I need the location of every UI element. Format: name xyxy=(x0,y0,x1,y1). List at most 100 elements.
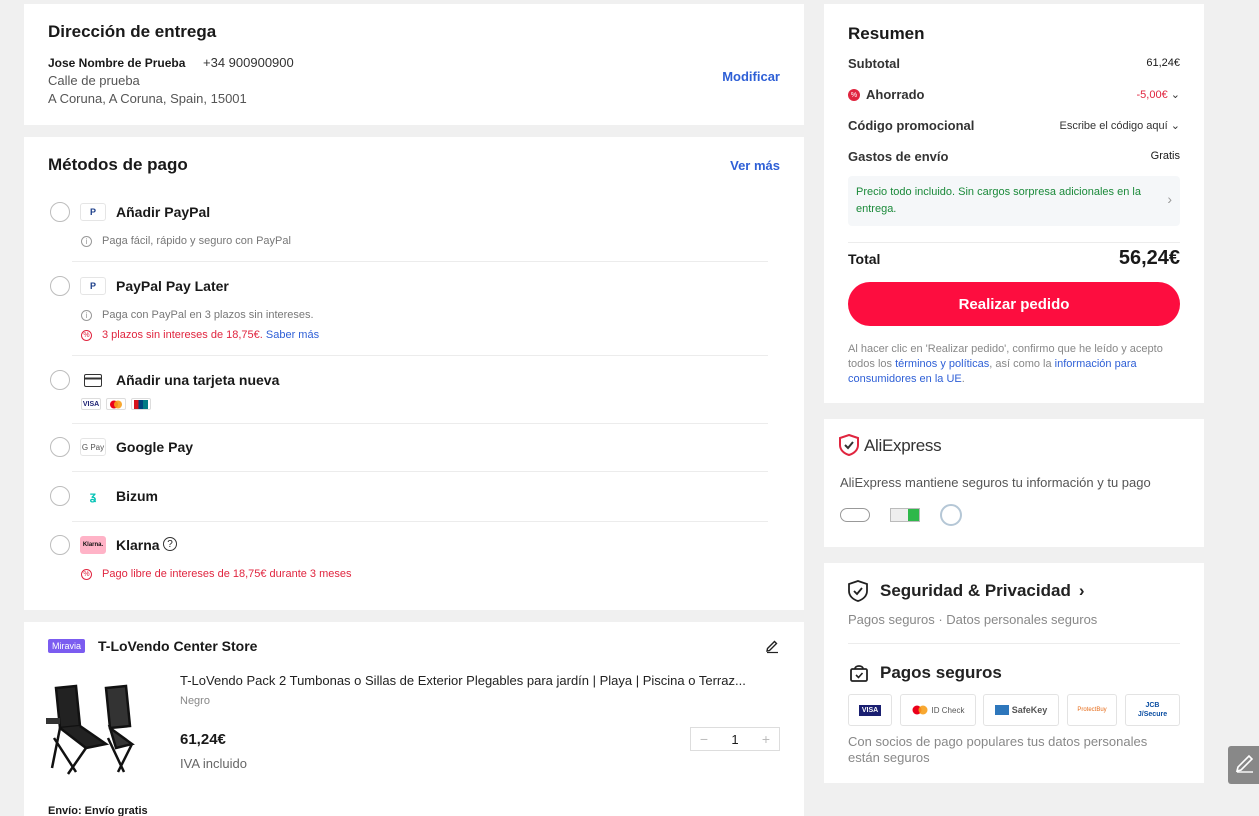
product-price: 61,24€ xyxy=(180,731,226,748)
price-notice[interactable]: Precio todo incluido. Sin cargos sorpres… xyxy=(848,176,1180,226)
edit-address-link[interactable]: Modificar xyxy=(722,69,780,84)
radio-google-pay[interactable] xyxy=(50,437,70,457)
payment-option-label: Klarna xyxy=(116,537,160,553)
price-notice-text: Precio todo incluido. Sin cargos sorpres… xyxy=(856,186,1141,215)
store-badge: Miravia xyxy=(48,639,86,653)
promo-code-placeholder: Escribe el código aquí xyxy=(1059,120,1168,132)
divider xyxy=(72,471,768,472)
payment-option-label: Añadir PayPal xyxy=(116,204,211,220)
saved-label: Ahorrado xyxy=(866,87,925,102)
edit-icon[interactable] xyxy=(764,638,780,659)
quantity-stepper[interactable]: − 1 + xyxy=(690,727,780,751)
radio-klarna[interactable] xyxy=(50,535,70,555)
order-items-card: Miravia T-LoVendo Center Store T-LoVendo… xyxy=(24,622,804,816)
secure-payments-title: Pagos seguros xyxy=(880,663,1002,682)
recipient-name: Jose Nombre de Prueba xyxy=(48,56,186,70)
promo-code-input[interactable]: Escribe el código aquí ⌄ xyxy=(1059,119,1180,132)
payment-option-paypal-later[interactable]: P PayPal Pay Later i Paga con PayPal en … xyxy=(48,274,768,354)
security-badge-icon xyxy=(890,508,920,522)
divider xyxy=(848,242,1180,243)
payment-option-klarna[interactable]: Klarna. Klarna ? % Pago libre de interes… xyxy=(48,535,768,585)
increase-button[interactable]: + xyxy=(753,731,779,747)
subtotal-value: 61,24€ xyxy=(1146,57,1180,69)
divider xyxy=(72,521,768,522)
legal-text: Al hacer clic en 'Realizar pedido', conf… xyxy=(848,342,1180,387)
radio-paypal-later[interactable] xyxy=(50,276,70,296)
aliexpress-brand: AliExpress xyxy=(864,436,942,455)
payment-option-label: Bizum xyxy=(116,488,158,504)
security-title-text: Seguridad & Privacidad xyxy=(880,581,1071,600)
summary-card: Resumen Subtotal 61,24€ % Ahorrado -5,00… xyxy=(824,4,1204,403)
legal-text-3: . xyxy=(961,373,965,385)
card-icon xyxy=(80,371,106,389)
visa-card-icon: VISA xyxy=(81,398,101,410)
mastercard-id-check-badge: ID Check xyxy=(900,694,976,726)
discount-icon: % xyxy=(81,569,92,580)
payment-option-bizum[interactable]: ʓ Bizum xyxy=(48,486,768,516)
saved-value[interactable]: -5,00€ ⌄ xyxy=(1137,88,1180,101)
shield-icon xyxy=(848,580,868,607)
amex-safekey-badge: SafeKey xyxy=(983,694,1059,726)
paypal-icon: P xyxy=(80,203,106,221)
chevron-right-icon: › xyxy=(1167,191,1172,207)
terms-link[interactable]: términos y políticas xyxy=(895,358,989,370)
payment-methods-card: Métodos de pago Ver más P Añadir PayPal … xyxy=(24,137,804,610)
payment-option-label: Google Pay xyxy=(116,439,194,455)
total-value: 56,24€ xyxy=(1118,247,1180,269)
summary-title: Resumen xyxy=(848,24,925,43)
product-title[interactable]: T-LoVendo Pack 2 Tumbonas o Sillas de Ex… xyxy=(180,673,784,688)
decrease-button[interactable]: − xyxy=(691,731,717,747)
radio-paypal[interactable] xyxy=(50,202,70,222)
secure-payments-footer: Con socios de pago populares tus datos p… xyxy=(848,734,1148,765)
chevron-down-icon: ⌄ xyxy=(1167,120,1180,132)
payment-title: Métodos de pago xyxy=(48,155,188,174)
savings-icon: % xyxy=(848,89,860,101)
address-card: Dirección de entrega Jose Nombre de Prue… xyxy=(24,4,804,125)
info-icon: i xyxy=(81,236,92,247)
mastercard-icon xyxy=(106,398,126,410)
store-name[interactable]: T-LoVendo Center Store xyxy=(98,638,257,654)
payment-option-note: Paga fácil, rápido y seguro con PayPal xyxy=(102,235,291,247)
recipient-phone: +34 900900900 xyxy=(203,55,294,70)
shopping-bag-check-icon xyxy=(849,663,869,688)
seal-badge-icon xyxy=(940,504,962,526)
address-title: Dirección de entrega xyxy=(48,22,217,41)
payment-option-paypal[interactable]: P Añadir PayPal i Paga fácil, rápido y s… xyxy=(48,200,768,260)
legal-text-2: , así como la xyxy=(989,358,1055,370)
divider xyxy=(72,261,768,262)
feedback-button[interactable] xyxy=(1228,746,1259,784)
help-icon[interactable]: ? xyxy=(163,537,177,551)
product-variant: Negro xyxy=(180,695,210,707)
klarna-icon: Klarna. xyxy=(80,536,106,554)
payment-option-new-card[interactable]: Añadir una tarjeta nueva VISA xyxy=(48,368,768,418)
trust-text: AliExpress mantiene seguros tu informaci… xyxy=(840,475,1151,490)
product-image[interactable] xyxy=(46,678,142,778)
security-title[interactable]: Seguridad & Privacidad › xyxy=(880,581,1085,601)
shipping-label: Gastos de envío xyxy=(848,149,949,164)
payment-option-label: Añadir una tarjeta nueva xyxy=(116,372,280,388)
chevron-right-icon: › xyxy=(1078,581,1085,600)
bizum-icon: ʓ xyxy=(89,489,97,503)
subtotal-label: Subtotal xyxy=(848,56,900,71)
radio-bizum[interactable] xyxy=(50,486,70,506)
saved-amount: -5,00€ xyxy=(1136,89,1168,101)
shipping-value: Gratis xyxy=(1150,150,1180,162)
info-icon: i xyxy=(81,310,92,321)
security-subtitle: Pagos seguros · Datos personales seguros xyxy=(848,612,1098,627)
radio-new-card[interactable] xyxy=(50,370,70,390)
place-order-button[interactable]: Realizar pedido xyxy=(848,282,1180,326)
payment-option-google-pay[interactable]: G Pay Google Pay xyxy=(48,437,768,467)
unionpay-icon xyxy=(131,398,151,410)
discount-icon: % xyxy=(81,330,92,341)
chevron-down-icon: ⌄ xyxy=(1167,89,1180,101)
learn-more-link[interactable]: Saber más xyxy=(266,329,319,341)
address-street: Calle de prueba xyxy=(48,73,140,88)
installment-promo: 3 plazos sin intereses de 18,75€. xyxy=(102,329,263,341)
total-label: Total xyxy=(848,251,881,267)
see-more-link[interactable]: Ver más xyxy=(730,158,780,173)
shipping-method: Envío: Envío gratis xyxy=(48,805,148,816)
payment-option-note: Paga con PayPal en 3 plazos sin interese… xyxy=(102,309,314,321)
quantity-value[interactable]: 1 xyxy=(717,732,753,747)
promo-code-label: Código promocional xyxy=(848,118,975,133)
divider xyxy=(72,355,768,356)
